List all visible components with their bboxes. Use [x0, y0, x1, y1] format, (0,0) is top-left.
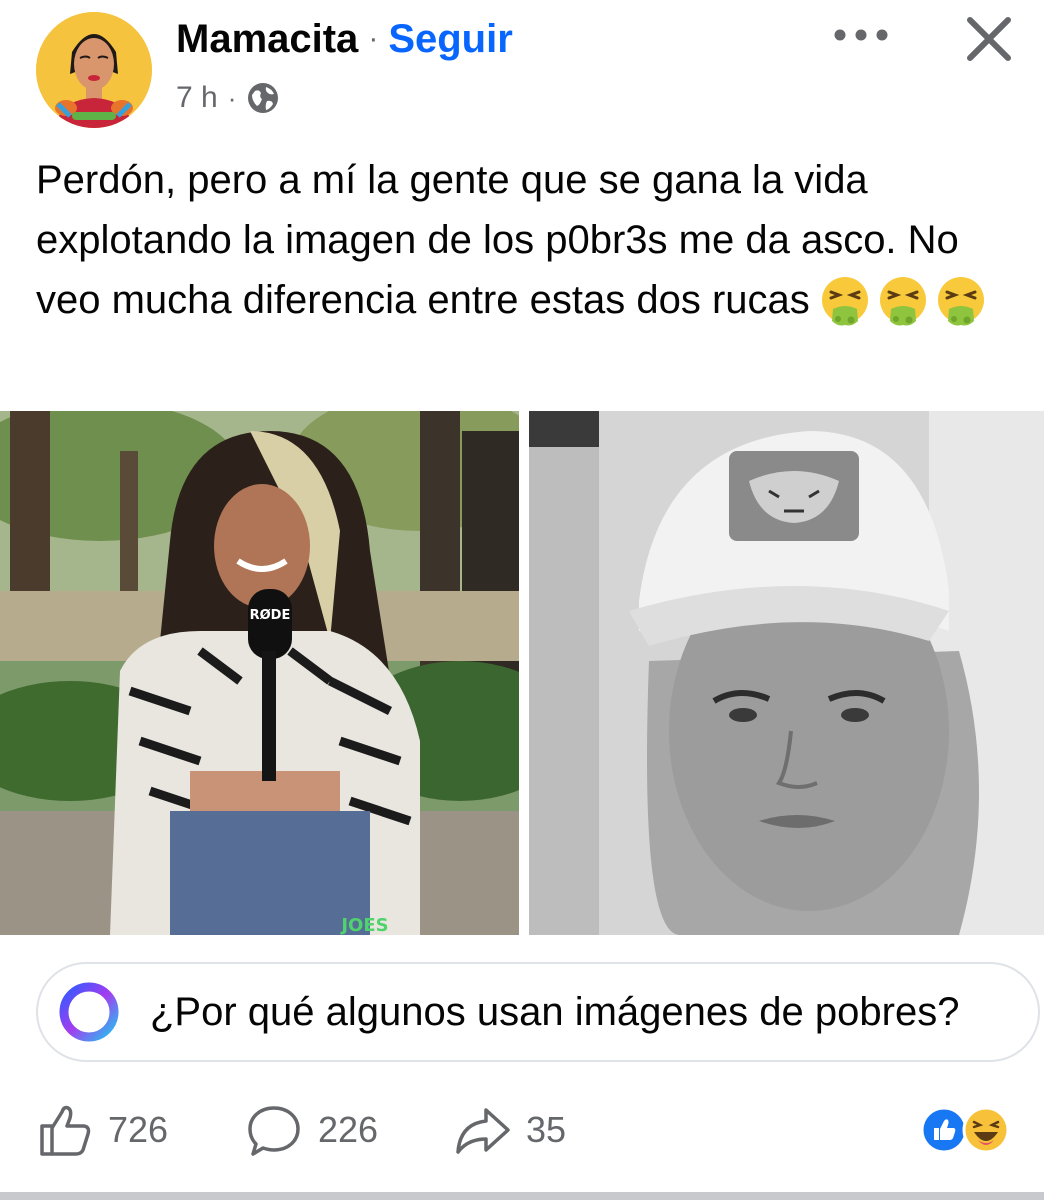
comment-button[interactable]: 226: [244, 1090, 378, 1170]
jeans-print-text: JOES: [339, 915, 388, 935]
avatar-illustration: [36, 12, 152, 128]
more-options-button[interactable]: [826, 10, 896, 60]
comment-icon: [248, 1106, 300, 1156]
haha-reaction-icon: [962, 1106, 1010, 1154]
vomiting-face-emoji: [879, 277, 926, 326]
vomiting-face-emoji: [821, 277, 868, 326]
meta-ai-prompt-text: ¿Por qué algunos usan imágenes de pobres…: [150, 989, 960, 1034]
meta-ai-suggestion[interactable]: ¿Por qué algunos usan imágenes de pobres…: [36, 962, 1040, 1062]
close-icon: [967, 17, 1011, 61]
woman-with-microphone-photo: RØDE JOES: [0, 411, 519, 935]
mic-brand-text: RØDE: [250, 608, 291, 623]
share-count: 35: [526, 1109, 567, 1150]
like-button[interactable]: 726: [34, 1090, 168, 1170]
name-separator: ·: [368, 22, 379, 55]
reaction-summary[interactable]: [916, 1100, 1016, 1160]
photo-right[interactable]: [529, 411, 1044, 935]
thumbs-up-icon: [40, 1105, 91, 1156]
post-actions: 726 226 35: [0, 1090, 1044, 1170]
author-avatar[interactable]: [36, 12, 152, 128]
post-meta: 7 h ·: [176, 78, 280, 118]
close-button[interactable]: [958, 8, 1020, 70]
post-photos: RØDE JOES: [0, 411, 1044, 935]
more-icon: [834, 29, 888, 41]
photo-left[interactable]: RØDE JOES: [0, 411, 519, 935]
bottom-divider: [0, 1192, 1044, 1200]
share-arrow-icon: [456, 1108, 510, 1154]
comment-count: 226: [318, 1109, 379, 1150]
vomiting-face-emoji: [937, 277, 984, 326]
like-count: 726: [108, 1109, 169, 1150]
meta-separator: ·: [227, 82, 237, 113]
globe-icon: [246, 81, 280, 115]
meta-ai-ring-icon: [59, 982, 119, 1042]
post-body: Perdón, pero a mí la gente que se gana l…: [36, 150, 1016, 330]
post-timestamp[interactable]: 7 h: [176, 81, 218, 115]
post-header: Mamacita · Seguir 7 h ·: [0, 0, 1044, 140]
follow-button[interactable]: Seguir: [388, 17, 512, 62]
author-name-row: Mamacita · Seguir: [176, 14, 513, 64]
reaction-icons: [920, 1106, 1010, 1154]
woman-in-cap-photo: [529, 411, 1044, 935]
author-name[interactable]: Mamacita: [176, 17, 358, 62]
emoji-group: [818, 275, 988, 329]
share-button[interactable]: 35: [452, 1090, 566, 1170]
